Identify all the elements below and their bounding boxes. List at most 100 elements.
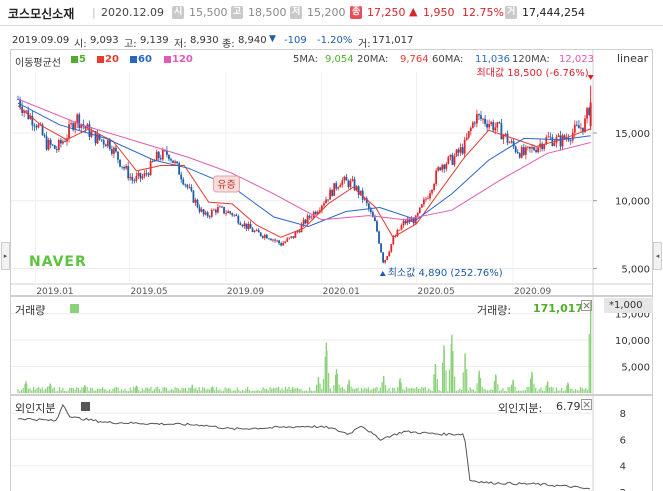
volume-bar [573, 390, 575, 393]
volume-bar [25, 381, 27, 393]
candle-body [123, 167, 126, 169]
volume-bar [276, 387, 278, 393]
volume-y-tick-label: 5,000 [621, 363, 650, 374]
foreign-close-icon[interactable]: × [581, 399, 592, 410]
candle-body [549, 136, 552, 138]
info-open-label: 시: [74, 39, 87, 50]
ma120-line [17, 98, 591, 221]
info-high-label: 고: [124, 39, 137, 50]
candle-body [125, 166, 128, 169]
volume-bar [246, 386, 249, 393]
ma5-swatch-icon [71, 55, 78, 63]
candle-body [55, 148, 58, 150]
volume-bar [171, 388, 173, 393]
candle-body [49, 139, 52, 145]
volume-bar [31, 390, 33, 393]
volume-bar [554, 391, 556, 393]
price-chart-panel[interactable]: 15,000 10,000 5,000 2019.01 2019.05 2019.09 20… [10, 49, 654, 297]
volume-panel[interactable]: 15,000 10,000 5,000 거래량 거래량: 171,017 × *1,… [10, 296, 653, 396]
volume-bar [459, 388, 461, 393]
candle-body [559, 135, 562, 147]
volume-bar [580, 386, 582, 393]
volume-bar [564, 390, 566, 393]
candle-body [537, 147, 539, 153]
volume-bar [184, 387, 187, 393]
ma-legend-120[interactable]: 120 [164, 54, 193, 65]
foreign-ownership-panel[interactable]: 8642 외인지분 외인지분: 6.79 × [10, 395, 653, 491]
candle-body [526, 146, 529, 148]
candle-body [382, 252, 385, 263]
volume-bar [108, 389, 111, 393]
candle-body [447, 156, 450, 164]
min-marker-icon [379, 270, 386, 276]
volume-bar [409, 388, 411, 393]
left-collapse-arrow-icon[interactable]: ▸ [1, 242, 10, 270]
ma120-value: 12,023 [559, 54, 594, 65]
volume-bar [433, 374, 435, 393]
volume-bar [278, 386, 280, 393]
candle-body [584, 118, 586, 133]
volume-bar [135, 385, 138, 393]
volume-bar [507, 387, 509, 393]
volume-bar [126, 390, 128, 393]
volume-bar [245, 388, 247, 393]
volume-bar [229, 388, 231, 393]
volume-title: 거래량 [15, 304, 46, 317]
volume-bar [331, 391, 333, 393]
candle-body [245, 223, 248, 229]
volume-bar [203, 387, 206, 393]
volume-bar [65, 391, 67, 393]
volume-bar [557, 390, 559, 393]
volume-bar [272, 387, 275, 393]
candle-body [261, 236, 264, 238]
candle-body [308, 215, 311, 218]
candle-body [280, 243, 283, 246]
volume-bar [262, 387, 264, 393]
candle-body [508, 142, 511, 144]
close-value: 17,250 [367, 6, 406, 19]
candle-body [400, 225, 403, 230]
candle-body [141, 176, 144, 179]
candle-body [402, 220, 405, 226]
volume-bar [131, 390, 133, 393]
ma-legend-20[interactable]: 20 [97, 54, 119, 65]
volume-bar [157, 386, 159, 393]
volume-bar [493, 381, 495, 393]
volume-bar [103, 389, 105, 393]
candle-body [369, 209, 372, 213]
candle-body [416, 213, 419, 216]
right-collapse-arrow-icon[interactable]: ◂ [653, 242, 662, 270]
volume-bar [552, 387, 554, 393]
volume-bar [29, 388, 31, 393]
volume-bar [183, 388, 185, 393]
candle-body [84, 126, 87, 129]
candle-body [196, 199, 199, 208]
volume-bar [112, 388, 114, 393]
candle-body [425, 198, 427, 200]
ma-legend-5[interactable]: 5 [71, 54, 86, 65]
volume-bar [152, 390, 154, 393]
candle-body [168, 154, 170, 160]
candle-body [247, 223, 250, 229]
candle-body [390, 244, 393, 252]
price-chart-svg[interactable]: 15,00010,0005,0002019.01 2019.05 2019.09 20… [11, 50, 654, 297]
volume-bar [451, 334, 453, 393]
candle-body [110, 149, 113, 154]
volume-bar [267, 390, 269, 393]
candle-body [237, 215, 240, 224]
volume-bar [76, 387, 78, 393]
volume-bar [571, 388, 573, 393]
volume-bar [222, 390, 225, 393]
candle-body [78, 114, 81, 129]
candle-body [137, 172, 140, 176]
volume-bar [45, 388, 47, 393]
candle-body [492, 122, 495, 131]
volume-close-icon[interactable]: × [581, 300, 592, 311]
volume-bar [526, 386, 528, 393]
candle-body [172, 160, 174, 163]
ma-legend-60[interactable]: 60 [130, 54, 152, 65]
volume-value: 17,444,254 [522, 6, 585, 19]
scale-toggle[interactable]: linear [617, 52, 648, 65]
volume-bar [284, 386, 287, 393]
volume-bar [333, 385, 335, 393]
